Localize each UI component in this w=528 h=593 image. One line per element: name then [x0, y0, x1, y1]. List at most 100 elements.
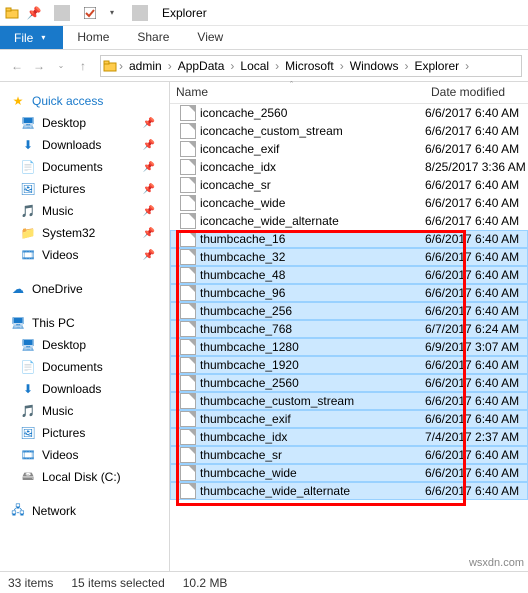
quick-access[interactable]: ★ Quick access	[0, 90, 169, 112]
cloud-icon: ☁	[10, 281, 26, 297]
nav-item[interactable]: 🖥Desktop📌	[0, 112, 169, 134]
nav-item[interactable]: ⬇Downloads📌	[0, 134, 169, 156]
address-bar: ← → ⌄ ↑ › admin› AppData› Local› Microso…	[0, 50, 528, 82]
file-row[interactable]: iconcache_wide6/6/2017 6:40 AM	[170, 194, 528, 212]
file-icon	[180, 105, 196, 121]
tab-share[interactable]: Share	[123, 26, 183, 49]
file-row[interactable]: thumbcache_wide6/6/2017 6:40 AM	[170, 464, 528, 482]
file-list-pane: ˆ Name Date modified iconcache_25606/6/2…	[170, 82, 528, 571]
this-pc[interactable]: 🖥 This PC	[0, 312, 169, 334]
nav-item[interactable]: 🎵Music	[0, 400, 169, 422]
nav-item-icon: 🖥	[20, 337, 36, 353]
nav-item[interactable]: 🎞Videos📌	[0, 244, 169, 266]
file-icon	[180, 123, 196, 139]
recent-dropdown[interactable]: ⌄	[50, 55, 72, 77]
nav-item-icon: 🖼	[20, 425, 36, 441]
nav-item[interactable]: 📄Documents	[0, 356, 169, 378]
file-row[interactable]: iconcache_25606/6/2017 6:40 AM	[170, 104, 528, 122]
nav-item-icon: ⬇	[20, 381, 36, 397]
pin-icon[interactable]: 📌	[26, 5, 42, 21]
file-icon	[180, 303, 196, 319]
file-row[interactable]: thumbcache_25606/6/2017 6:40 AM	[170, 374, 528, 392]
watermark: wsxdn.com	[469, 557, 524, 569]
network[interactable]: 🖧 Network	[0, 500, 169, 522]
nav-item[interactable]: 📁System32📌	[0, 222, 169, 244]
file-icon	[180, 339, 196, 355]
status-size: 10.2 MB	[183, 576, 228, 590]
file-row[interactable]: thumbcache_2566/6/2017 6:40 AM	[170, 302, 528, 320]
pin-icon: 📌	[143, 228, 155, 239]
file-row[interactable]: iconcache_exif6/6/2017 6:40 AM	[170, 140, 528, 158]
file-row[interactable]: iconcache_wide_alternate6/6/2017 6:40 AM	[170, 212, 528, 230]
file-icon	[180, 267, 196, 283]
file-row[interactable]: thumbcache_166/6/2017 6:40 AM	[170, 230, 528, 248]
file-icon	[180, 231, 196, 247]
onedrive[interactable]: ☁ OneDrive	[0, 278, 169, 300]
forward-button[interactable]: →	[28, 55, 50, 77]
file-icon	[180, 213, 196, 229]
nav-item[interactable]: 🖥Desktop	[0, 334, 169, 356]
file-icon	[180, 177, 196, 193]
file-row[interactable]: thumbcache_326/6/2017 6:40 AM	[170, 248, 528, 266]
file-row[interactable]: iconcache_sr6/6/2017 6:40 AM	[170, 176, 528, 194]
nav-item-icon: 🖴	[20, 469, 36, 485]
tab-file[interactable]: File▾	[0, 26, 63, 49]
nav-item-icon: 🎵	[20, 203, 36, 219]
folder-icon	[103, 59, 117, 73]
pin-icon: 📌	[143, 250, 155, 261]
nav-item-icon: 🖥	[20, 115, 36, 131]
navigation-pane: ★ Quick access 🖥Desktop📌⬇Downloads📌📄Docu…	[0, 82, 170, 571]
up-button[interactable]: ↑	[72, 55, 94, 77]
nav-item[interactable]: 🎵Music📌	[0, 200, 169, 222]
file-row[interactable]: thumbcache_custom_stream6/6/2017 6:40 AM	[170, 392, 528, 410]
checkbox-select-icon[interactable]	[82, 5, 98, 21]
chevron-icon[interactable]: ›	[117, 59, 125, 73]
file-row[interactable]: thumbcache_sr6/6/2017 6:40 AM	[170, 446, 528, 464]
folder-icon[interactable]	[4, 5, 20, 21]
status-item-count: 33 items	[8, 576, 53, 590]
nav-item[interactable]: 🖼Pictures📌	[0, 178, 169, 200]
file-row[interactable]: thumbcache_966/6/2017 6:40 AM	[170, 284, 528, 302]
window-title: Explorer	[162, 6, 207, 20]
nav-item-icon: 🎞	[20, 247, 36, 263]
file-icon	[180, 141, 196, 157]
file-row[interactable]: thumbcache_19206/6/2017 6:40 AM	[170, 356, 528, 374]
file-icon	[180, 447, 196, 463]
file-icon	[180, 393, 196, 409]
nav-item[interactable]: 🎞Videos	[0, 444, 169, 466]
file-icon	[180, 321, 196, 337]
file-row[interactable]: thumbcache_486/6/2017 6:40 AM	[170, 266, 528, 284]
file-row[interactable]: thumbcache_exif6/6/2017 6:40 AM	[170, 410, 528, 428]
nav-item[interactable]: ⬇Downloads	[0, 378, 169, 400]
pin-icon: 📌	[143, 118, 155, 129]
breadcrumb[interactable]: › admin› AppData› Local› Microsoft› Wind…	[100, 55, 522, 77]
nav-item-icon: 📁	[20, 225, 36, 241]
column-date[interactable]: Date modified	[425, 82, 528, 103]
file-icon	[180, 375, 196, 391]
file-row[interactable]: iconcache_custom_stream6/6/2017 6:40 AM	[170, 122, 528, 140]
star-icon: ★	[10, 93, 26, 109]
column-headers: ˆ Name Date modified	[170, 82, 528, 104]
qat-dropdown-icon[interactable]: ▾	[104, 5, 120, 21]
tab-home[interactable]: Home	[63, 26, 123, 49]
nav-item[interactable]: 🖴Local Disk (C:)	[0, 466, 169, 488]
back-button[interactable]: ←	[6, 55, 28, 77]
column-name[interactable]: Name	[170, 82, 425, 103]
file-icon	[180, 195, 196, 211]
file-row[interactable]: iconcache_idx8/25/2017 3:36 AM	[170, 158, 528, 176]
nav-item[interactable]: 📄Documents📌	[0, 156, 169, 178]
file-icon	[180, 285, 196, 301]
file-icon	[180, 249, 196, 265]
file-icon	[180, 159, 196, 175]
pin-icon: 📌	[143, 206, 155, 217]
file-row[interactable]: thumbcache_wide_alternate6/6/2017 6:40 A…	[170, 482, 528, 500]
file-list[interactable]: iconcache_25606/6/2017 6:40 AMiconcache_…	[170, 104, 528, 571]
nav-item[interactable]: 🖼Pictures	[0, 422, 169, 444]
file-row[interactable]: thumbcache_idx7/4/2017 2:37 AM	[170, 428, 528, 446]
nav-item-icon: 📄	[20, 159, 36, 175]
nav-item-icon: 📄	[20, 359, 36, 375]
file-icon	[180, 465, 196, 481]
tab-view[interactable]: View	[183, 26, 237, 49]
file-row[interactable]: thumbcache_7686/7/2017 6:24 AM	[170, 320, 528, 338]
file-row[interactable]: thumbcache_12806/9/2017 3:07 AM	[170, 338, 528, 356]
